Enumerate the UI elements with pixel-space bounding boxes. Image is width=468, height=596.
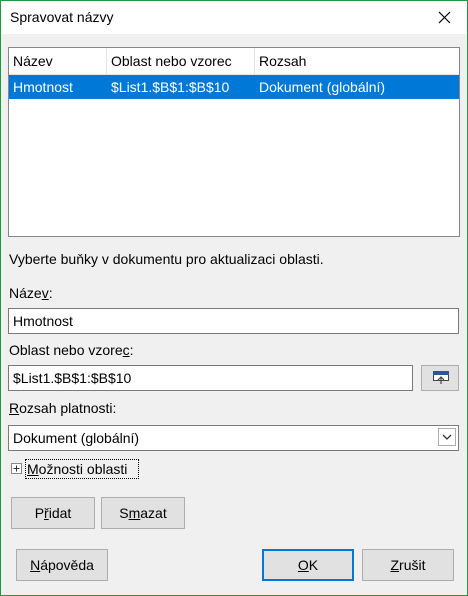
help-button[interactable]: Nápověda — [16, 549, 108, 581]
scope-select-value: Dokument (globální) — [13, 430, 140, 446]
table-row[interactable]: Hmotnost $List1.$B$1:$B$10 Dokument (glo… — [9, 75, 459, 99]
title-bar: Spravovat názvy — [1, 1, 467, 34]
scope-select[interactable]: Dokument (globální) — [8, 425, 459, 451]
scope-dropdown-button[interactable] — [435, 426, 458, 450]
scope-label: Rozsah platnosti: — [9, 400, 117, 416]
manage-names-dialog: Spravovat názvy Název Oblast nebo vzorec… — [0, 0, 468, 596]
hint-text: Vyberte buňky v dokumentu pro aktualizac… — [9, 251, 324, 267]
name-input[interactable]: Hmotnost — [8, 308, 459, 334]
ok-button[interactable]: OK — [262, 549, 354, 581]
plus-icon — [13, 465, 20, 472]
cell-name: Hmotnost — [13, 79, 73, 95]
dialog-title: Spravovat názvy — [10, 9, 114, 25]
delete-button[interactable]: Smazat — [101, 497, 185, 529]
table-header: Název Oblast nebo vzorec Rozsah — [9, 48, 459, 75]
chevron-down-icon — [442, 434, 452, 440]
shrink-icon — [433, 371, 449, 384]
range-input[interactable]: $List1.$B$1:$B$10 — [8, 365, 413, 391]
cancel-button[interactable]: Zrušit — [362, 549, 454, 581]
cell-scope: Dokument (globální) — [259, 79, 386, 95]
range-label: Oblast nebo vzorec: — [9, 342, 134, 358]
cell-range: $List1.$B$1:$B$10 — [111, 79, 230, 95]
add-button[interactable]: Přidat — [11, 497, 95, 529]
close-icon — [438, 11, 451, 24]
name-label: Název: — [9, 285, 53, 301]
names-table[interactable]: Název Oblast nebo vzorec Rozsah Hmotnost… — [8, 47, 460, 237]
options-expander-label[interactable]: Možnosti oblasti — [27, 461, 127, 477]
expand-options-toggle[interactable] — [11, 463, 22, 474]
shrink-button[interactable] — [421, 365, 459, 391]
close-button[interactable] — [422, 1, 467, 34]
column-header-name[interactable]: Název — [9, 48, 107, 74]
column-header-range[interactable]: Oblast nebo vzorec — [107, 48, 255, 74]
column-header-scope[interactable]: Rozsah — [255, 48, 459, 74]
